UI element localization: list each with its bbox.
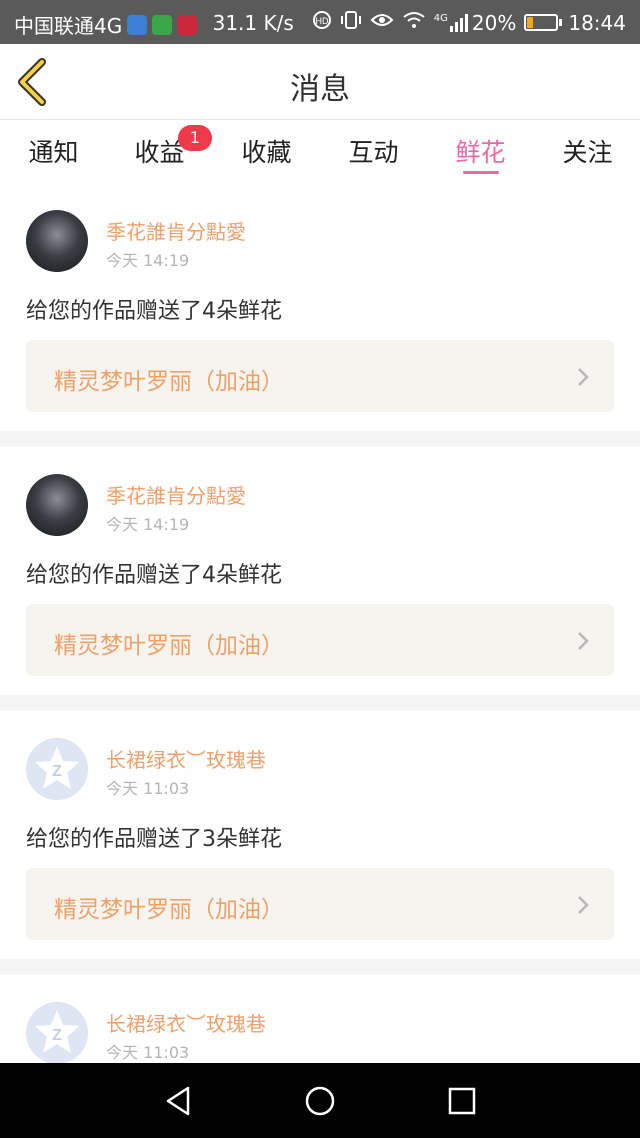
tab-label: 鲜花 [455, 138, 506, 167]
tab-earnings[interactable]: 收益 1 [106, 125, 213, 169]
tab-label: 收藏 [241, 138, 292, 167]
avatar[interactable]: Z [26, 1002, 88, 1063]
recents-square-icon[interactable] [444, 1083, 480, 1119]
hd-icon: HD [312, 10, 332, 35]
status-bar: 中国联通4G 31.1 K/s HD 4G 20% 18:44 [0, 0, 640, 44]
active-tab-indicator [463, 171, 499, 174]
sender-name[interactable]: 长裙绿衣︶玫瑰巷 [106, 1008, 266, 1037]
tab-favorites[interactable]: 收藏 [213, 133, 320, 169]
avatar[interactable]: Z [26, 738, 88, 800]
list-item: Z 长裙绿衣︶玫瑰巷 今天 11:03 给您的作品赠送了3朵鲜花 精灵梦叶罗丽（… [0, 711, 640, 959]
wifi-icon [402, 10, 426, 35]
battery-percent: 20% [471, 10, 517, 35]
sender-name[interactable]: 季花誰肯分點愛 [106, 480, 246, 509]
eye-comfort-icon [370, 10, 394, 35]
chevron-right-icon [578, 632, 589, 650]
work-title: 精灵梦叶罗丽（加油） [54, 369, 284, 395]
message-list[interactable]: 季花誰肯分點愛 今天 14:19 给您的作品赠送了4朵鲜花 精灵梦叶罗丽（加油）… [0, 183, 640, 1063]
list-item: Z 长裙绿衣︶玫瑰巷 今天 11:03 [0, 975, 640, 1063]
work-link[interactable]: 精灵梦叶罗丽（加油） [26, 868, 614, 940]
message-time: 今天 14:19 [106, 515, 190, 534]
carrier-label: 中国联通4G [14, 14, 123, 38]
chevron-right-icon [578, 896, 589, 914]
page-title: 消息 [290, 72, 350, 107]
message-time: 今天 11:03 [106, 779, 190, 798]
work-title: 精灵梦叶罗丽（加油） [54, 633, 284, 659]
tab-label: 通知 [28, 138, 79, 167]
avatar[interactable] [26, 474, 88, 536]
list-item: 季花誰肯分點愛 今天 14:19 给您的作品赠送了4朵鲜花 精灵梦叶罗丽（加油） [0, 447, 640, 695]
list-item: 季花誰肯分點愛 今天 14:19 给您的作品赠送了4朵鲜花 精灵梦叶罗丽（加油） [0, 183, 640, 431]
avatar[interactable] [26, 210, 88, 272]
svg-text:Z: Z [52, 1027, 62, 1044]
message-time: 今天 14:19 [106, 251, 190, 270]
message-time: 今天 11:03 [106, 1043, 190, 1062]
battery-icon [524, 14, 563, 31]
tab-following[interactable]: 关注 [534, 133, 640, 169]
messaging-app-icon [152, 14, 173, 35]
work-link[interactable]: 精灵梦叶罗丽（加油） [26, 604, 614, 676]
chevron-right-icon [578, 368, 589, 386]
message-text: 给您的作品赠送了4朵鲜花 [26, 299, 282, 324]
home-circle-icon[interactable] [302, 1083, 338, 1119]
system-nav-bar [0, 1063, 640, 1138]
sender-name[interactable]: 季花誰肯分點愛 [106, 216, 246, 245]
back-triangle-icon[interactable] [160, 1083, 196, 1119]
tab-bar: 通知 收益 1 收藏 互动 鲜花 关注 [0, 121, 640, 183]
tab-notifications[interactable]: 通知 [0, 133, 107, 169]
sender-name[interactable]: 长裙绿衣︶玫瑰巷 [106, 744, 266, 773]
default-avatar-icon: Z [26, 738, 88, 800]
vibrate-icon [340, 10, 362, 35]
default-avatar-icon: Z [26, 1002, 88, 1063]
svg-text:Z: Z [52, 763, 62, 780]
battery-fill [527, 17, 534, 28]
work-link[interactable]: 精灵梦叶罗丽（加油） [26, 340, 614, 412]
shield-app-icon [127, 14, 148, 35]
tab-label: 关注 [562, 138, 613, 167]
tab-flowers[interactable]: 鲜花 [427, 133, 534, 169]
work-title: 精灵梦叶罗丽（加油） [54, 897, 284, 923]
unread-badge: 1 [178, 125, 212, 151]
clock: 18:44 [568, 10, 626, 35]
tab-interactions[interactable]: 互动 [320, 133, 427, 169]
tab-label: 互动 [348, 138, 399, 167]
tab-label: 收益 [134, 138, 185, 167]
app-header: 消息 [0, 44, 640, 120]
network-speed: 31.1 K/s [212, 10, 294, 35]
svg-text:HD: HD [315, 16, 328, 26]
puzzle-app-icon [177, 14, 198, 35]
message-text: 给您的作品赠送了4朵鲜花 [26, 563, 282, 588]
signal-icon: 4G [434, 13, 470, 33]
signal-type-label: 4G [433, 12, 448, 24]
message-text: 给您的作品赠送了3朵鲜花 [26, 827, 282, 852]
